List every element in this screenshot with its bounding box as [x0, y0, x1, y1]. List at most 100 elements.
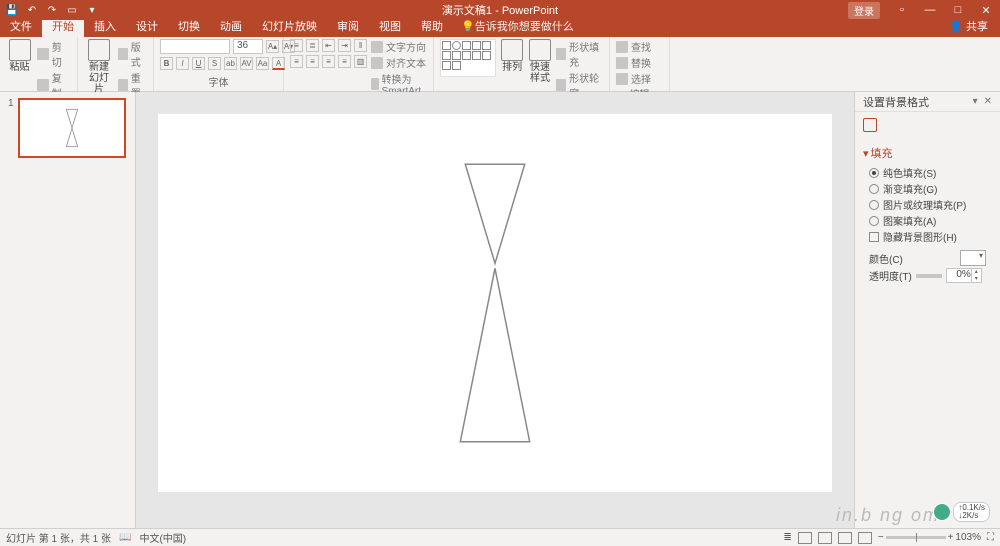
fill-section-label: 填充: [871, 145, 893, 161]
italic-icon[interactable]: I: [176, 57, 189, 70]
shadow-icon[interactable]: ab: [224, 57, 237, 70]
shape-g5-icon: [442, 61, 451, 70]
status-language[interactable]: 中文(中国): [139, 530, 186, 545]
reading-view-icon[interactable]: [838, 532, 852, 544]
color-picker[interactable]: [960, 250, 986, 266]
status-slide[interactable]: 幻灯片 第 1 张，共 1 张: [6, 530, 111, 545]
replace-button[interactable]: 替换: [616, 55, 651, 70]
align-left-icon[interactable]: ≡: [290, 55, 303, 68]
shape-fill-icon: [556, 48, 566, 60]
radio-icon: [869, 168, 879, 178]
solid-fill-option[interactable]: 纯色填充(S): [869, 165, 992, 180]
zoom-in-icon[interactable]: +: [948, 532, 954, 543]
picture-fill-label: 图片或纹理填充(P): [883, 197, 966, 212]
share-button[interactable]: 👤 共享: [937, 18, 1000, 37]
fill-section[interactable]: ▾ 填充: [863, 145, 992, 161]
increase-font-icon[interactable]: A▴: [266, 40, 279, 53]
close-icon[interactable]: ✕: [972, 0, 1000, 20]
solid-fill-label: 纯色填充(S): [883, 165, 936, 180]
save-icon[interactable]: 💾: [4, 2, 20, 18]
align-text-icon: [371, 57, 383, 69]
align-text-button[interactable]: 对齐文本: [371, 55, 427, 70]
text-direction-button[interactable]: 文字方向: [371, 39, 427, 54]
status-bar: 幻灯片 第 1 张，共 1 张 📖 中文(中国) ≣ − + 103% ⛶: [0, 528, 1000, 546]
new-slide-button[interactable]: 新建 幻灯片: [84, 39, 114, 95]
quick-access-toolbar: 💾 ↶ ↷ ▭ ▾: [4, 2, 100, 18]
find-icon: [616, 41, 628, 53]
ribbon-tabs: 文件 开始 插入 设计 切换 动画 幻灯片放映 审阅 视图 帮助 💡 告诉我你想…: [0, 20, 1000, 37]
network-speed: ↑0.1K/s↓2K/s: [953, 502, 990, 522]
login-button[interactable]: 登录: [848, 2, 880, 19]
ribbon-options-icon[interactable]: ▫: [888, 0, 916, 20]
hide-bg-option[interactable]: 隐藏背景图形(H): [869, 229, 992, 244]
spellcheck-icon[interactable]: 📖: [119, 532, 131, 543]
zoom-out-icon[interactable]: −: [878, 532, 884, 543]
font-size-input[interactable]: 36: [233, 39, 263, 54]
fit-to-window-icon[interactable]: ⛶: [987, 532, 994, 543]
shape-oval-icon: [452, 41, 461, 50]
minimize-icon[interactable]: —: [916, 0, 944, 20]
spin-down-icon[interactable]: ▾: [971, 276, 981, 283]
transparency-slider[interactable]: [916, 274, 942, 278]
maximize-icon[interactable]: □: [944, 0, 972, 20]
hide-bg-label: 隐藏背景图形(H): [883, 229, 957, 244]
font-family-input[interactable]: [160, 39, 230, 54]
shape-g2-icon: [462, 51, 471, 60]
qat-more-icon[interactable]: ▾: [84, 2, 100, 18]
align-text-label: 对齐文本: [386, 55, 426, 70]
bold-icon[interactable]: B: [160, 57, 173, 70]
numbering-icon[interactable]: ≣: [306, 39, 319, 52]
align-right-icon[interactable]: ≡: [322, 55, 335, 68]
window-controls: 登录 ▫ — □ ✕: [848, 0, 1000, 20]
redo-icon[interactable]: ↷: [44, 2, 60, 18]
indent-inc-icon[interactable]: ⇥: [338, 39, 351, 52]
start-from-beginning-icon[interactable]: ▭: [64, 2, 80, 18]
align-center-icon[interactable]: ≡: [306, 55, 319, 68]
shape-fill-button[interactable]: 形状填充: [556, 39, 603, 69]
picture-fill-option[interactable]: 图片或纹理填充(P): [869, 197, 992, 212]
smartart-icon: [371, 78, 379, 90]
panel-close-icon[interactable]: ✕: [984, 96, 992, 107]
gradient-fill-option[interactable]: 渐变填充(G): [869, 181, 992, 196]
cut-button[interactable]: 剪切: [37, 39, 71, 69]
case-icon[interactable]: Aa: [256, 57, 269, 70]
zoom-slider[interactable]: [886, 536, 946, 539]
normal-view-icon[interactable]: [798, 532, 812, 544]
bullets-icon[interactable]: ≡: [290, 39, 303, 52]
thumbnail-1[interactable]: [18, 98, 126, 158]
slide[interactable]: [158, 114, 832, 492]
sorter-view-icon[interactable]: [818, 532, 832, 544]
strike-icon[interactable]: S: [208, 57, 221, 70]
undo-icon[interactable]: ↶: [24, 2, 40, 18]
transparency-input[interactable]: 0%▴▾: [946, 268, 982, 283]
copy-icon: [37, 79, 49, 91]
line-spacing-icon[interactable]: ‖: [354, 39, 367, 52]
justify-icon[interactable]: ≡: [338, 55, 351, 68]
shape-g1-icon: [452, 51, 461, 60]
zoom-value[interactable]: 103%: [955, 532, 981, 543]
fill-tab-icon[interactable]: [855, 112, 1000, 141]
transparency-label: 透明度(T): [869, 268, 912, 283]
arrange-button[interactable]: 排列: [500, 39, 524, 73]
find-label: 查找: [631, 39, 651, 54]
indent-dec-icon[interactable]: ⇤: [322, 39, 335, 52]
text-direction-label: 文字方向: [386, 39, 426, 54]
panel-options-icon[interactable]: ▾: [973, 96, 978, 107]
arrange-label: 排列: [502, 62, 522, 73]
shapes-gallery[interactable]: [440, 39, 496, 77]
pattern-fill-option[interactable]: 图案填充(A): [869, 213, 992, 228]
quick-styles-button[interactable]: 快速样式: [528, 39, 552, 84]
find-button[interactable]: 查找: [616, 39, 651, 54]
new-slide-label: 新建 幻灯片: [84, 62, 114, 95]
format-background-panel: 设置背景格式 ▾✕ ▾ 填充 纯色填充(S) 渐变填充(G) 图片或纹理填充(P…: [854, 92, 1000, 528]
spacing-icon[interactable]: AV: [240, 57, 253, 70]
tell-me[interactable]: 💡 告诉我你想要做什么: [453, 18, 582, 37]
network-icon: [933, 503, 951, 521]
layout-button[interactable]: 版式: [118, 39, 147, 69]
notes-button[interactable]: ≣: [783, 532, 791, 543]
underline-icon[interactable]: U: [192, 57, 205, 70]
select-button[interactable]: 选择: [616, 71, 651, 86]
paste-button[interactable]: 粘贴: [6, 39, 33, 73]
slideshow-view-icon[interactable]: [858, 532, 872, 544]
columns-icon[interactable]: ▥: [354, 55, 367, 68]
